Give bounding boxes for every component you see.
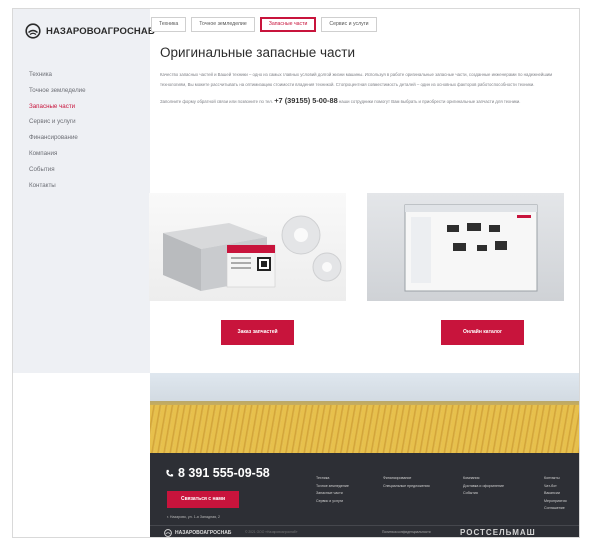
footer-link[interactable]: Финансирование [383, 475, 430, 483]
online-catalog-illustration [404, 204, 538, 292]
footer-link[interactable]: Запасные части [316, 490, 349, 498]
banner-field [150, 405, 579, 453]
footer-link[interactable]: Мероприятия [544, 498, 567, 506]
parts-catalog-image [367, 193, 564, 301]
site-footer: 8 391 555-09-58 Связаться с нами г. Наза… [150, 453, 579, 537]
footer-link[interactable]: Соглашение [544, 505, 567, 513]
page-title: Оригинальные запасные части [160, 45, 356, 60]
footer-column-3: Компания Доставка и оформление События [463, 475, 504, 498]
intro-paragraph: Качество запасных частей и Вашей техники… [160, 72, 553, 87]
contact-phone[interactable]: +7 (39155) 5-00-88 [274, 96, 337, 105]
sidebar-item-tehnika[interactable]: Техника [29, 67, 86, 83]
sidebar-item-contacts[interactable]: Контакты [29, 178, 86, 194]
tab-spare-parts[interactable]: Запасные части [259, 17, 317, 32]
footer-link[interactable]: Сервис и услуги [316, 498, 349, 506]
footer-link[interactable]: Точное земледелие [316, 483, 349, 491]
contact-text-after: наши сотрудники помогут Вам выбрать и пр… [338, 99, 521, 105]
footer-logo-text: НАЗАРОВОАГРОСНАБ [175, 530, 232, 536]
footer-link[interactable]: Чат-бот [544, 483, 567, 491]
logo-icon [25, 23, 41, 39]
parts-cards: Заказ запчастей Онлайн каталог [149, 193, 564, 363]
contact-text-before: Заполните форму обратной связи или позво… [160, 99, 274, 105]
footer-column-2: Финансирование Специальные предложения [383, 475, 430, 490]
footer-column-4: Контакты Чат-бот Вакансии Мероприятия Со… [544, 475, 567, 513]
footer-phone-number: 8 391 555-09-58 [178, 466, 270, 480]
wheat-field-banner [150, 373, 579, 453]
footer-copyright: © 2021 ООО «Назаровоагроснаб» [245, 530, 298, 534]
parts-box-gears-illustration [163, 215, 342, 291]
footer-link[interactable]: Контакты [544, 475, 567, 483]
sidebar-item-company[interactable]: Компания [29, 146, 86, 162]
partner-brand[interactable]: РОСТСЕЛЬМАШ [460, 528, 536, 537]
sidebar-item-precision-farming[interactable]: Точное земледелие [29, 83, 86, 99]
tab-precision-farming[interactable]: Точное земледелие [191, 17, 255, 32]
brand-name: НАЗАРОВОАГРОСНАБ [46, 25, 155, 37]
sidebar-item-financing[interactable]: Финансирование [29, 130, 86, 146]
footer-logo[interactable]: НАЗАРОВОАГРОСНАБ [164, 529, 231, 537]
brand-logo[interactable]: НАЗАРОВОАГРОСНАБ [25, 23, 155, 39]
online-catalog-button[interactable]: Онлайн каталог [441, 320, 524, 345]
contact-paragraph: Заполните форму обратной связи или позво… [160, 96, 572, 107]
sidebar-item-events[interactable]: События [29, 162, 86, 178]
parts-order-image [149, 193, 346, 301]
footer-phone[interactable]: 8 391 555-09-58 [165, 466, 270, 480]
footer-bottom-bar: НАЗАРОВОАГРОСНАБ © 2021 ООО «Назаровоагр… [150, 525, 579, 537]
order-parts-button[interactable]: Заказ запчастей [221, 320, 294, 345]
sidebar-item-spare-parts[interactable]: Запасные части [29, 99, 86, 115]
footer-link[interactable]: События [463, 490, 504, 498]
top-tabs: Техника Точное земледелие Запасные части… [151, 17, 377, 32]
footer-link[interactable]: Специальные предложения [383, 483, 430, 491]
sidebar: НАЗАРОВОАГРОСНАБ Техника Точное земледел… [13, 9, 155, 373]
footer-column-1: Техника Точное земледелие Запасные части… [316, 475, 349, 505]
phone-icon [166, 469, 174, 476]
footer-link[interactable]: Компания [463, 475, 504, 483]
privacy-policy-link[interactable]: Политика конфиденциальности [382, 530, 431, 534]
logo-icon [164, 529, 172, 537]
contact-us-button[interactable]: Связаться с нами [167, 491, 239, 508]
footer-link[interactable]: Доставка и оформление [463, 483, 504, 491]
tab-tehnika[interactable]: Техника [151, 17, 187, 32]
footer-address: г. Назарово, ул. 1-я Западная, 2 [167, 515, 221, 519]
sidebar-nav: Техника Точное земледелие Запасные части… [29, 67, 86, 193]
page-frame: НАЗАРОВОАГРОСНАБ Техника Точное земледел… [12, 8, 580, 538]
tab-service[interactable]: Сервис и услуги [321, 17, 377, 32]
footer-link[interactable]: Техника [316, 475, 349, 483]
sidebar-item-service[interactable]: Сервис и услуги [29, 114, 86, 130]
footer-link[interactable]: Вакансии [544, 490, 567, 498]
main-content: Оригинальные запасные части Качество зап… [160, 43, 572, 107]
